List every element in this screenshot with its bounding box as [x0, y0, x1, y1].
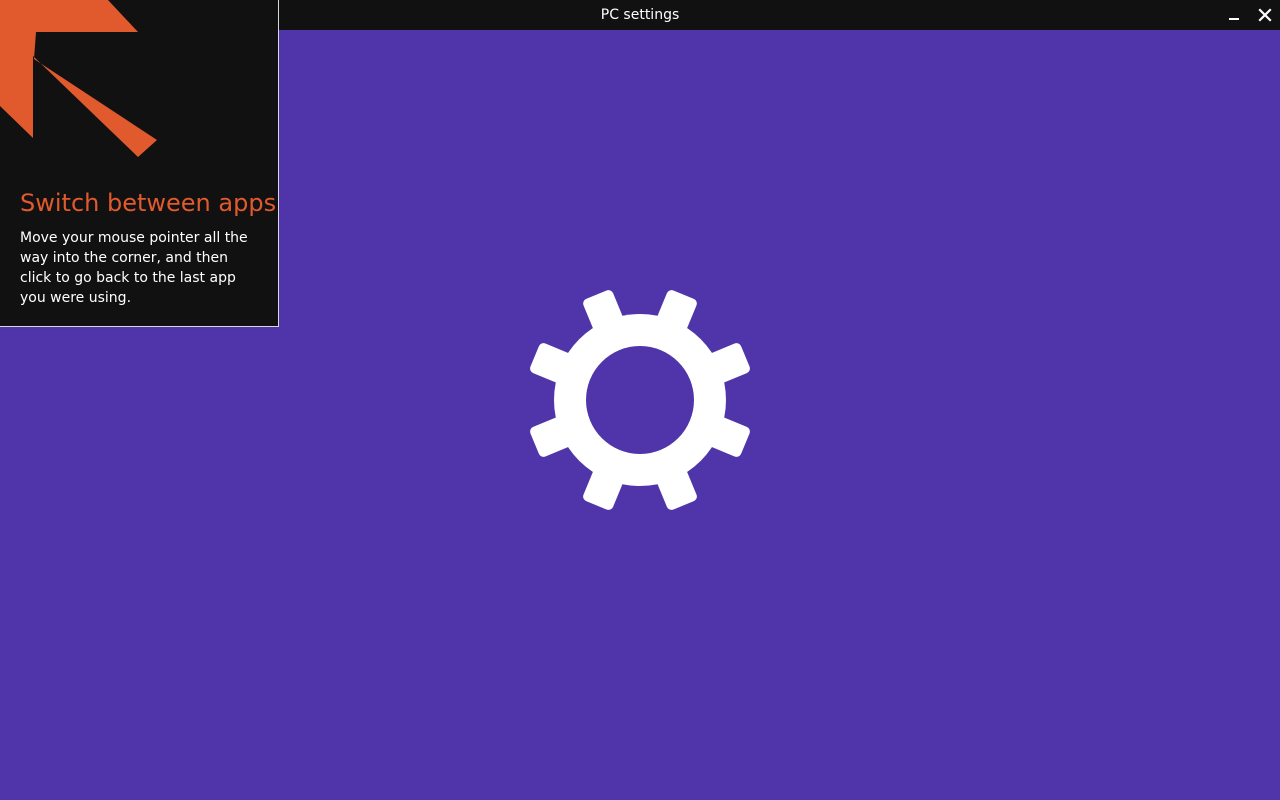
- close-button[interactable]: [1250, 0, 1280, 30]
- gear-icon: [530, 290, 750, 510]
- close-icon: [1258, 8, 1272, 22]
- arrow-up-left-icon: [0, 0, 157, 157]
- tip-title: Switch between apps: [20, 189, 277, 217]
- tip-body: Move your mouse pointer all the way into…: [20, 230, 248, 306]
- minimize-icon: [1229, 18, 1239, 20]
- minimize-button[interactable]: [1220, 0, 1250, 30]
- tip-panel: Switch between apps Move your mouse poin…: [0, 0, 279, 327]
